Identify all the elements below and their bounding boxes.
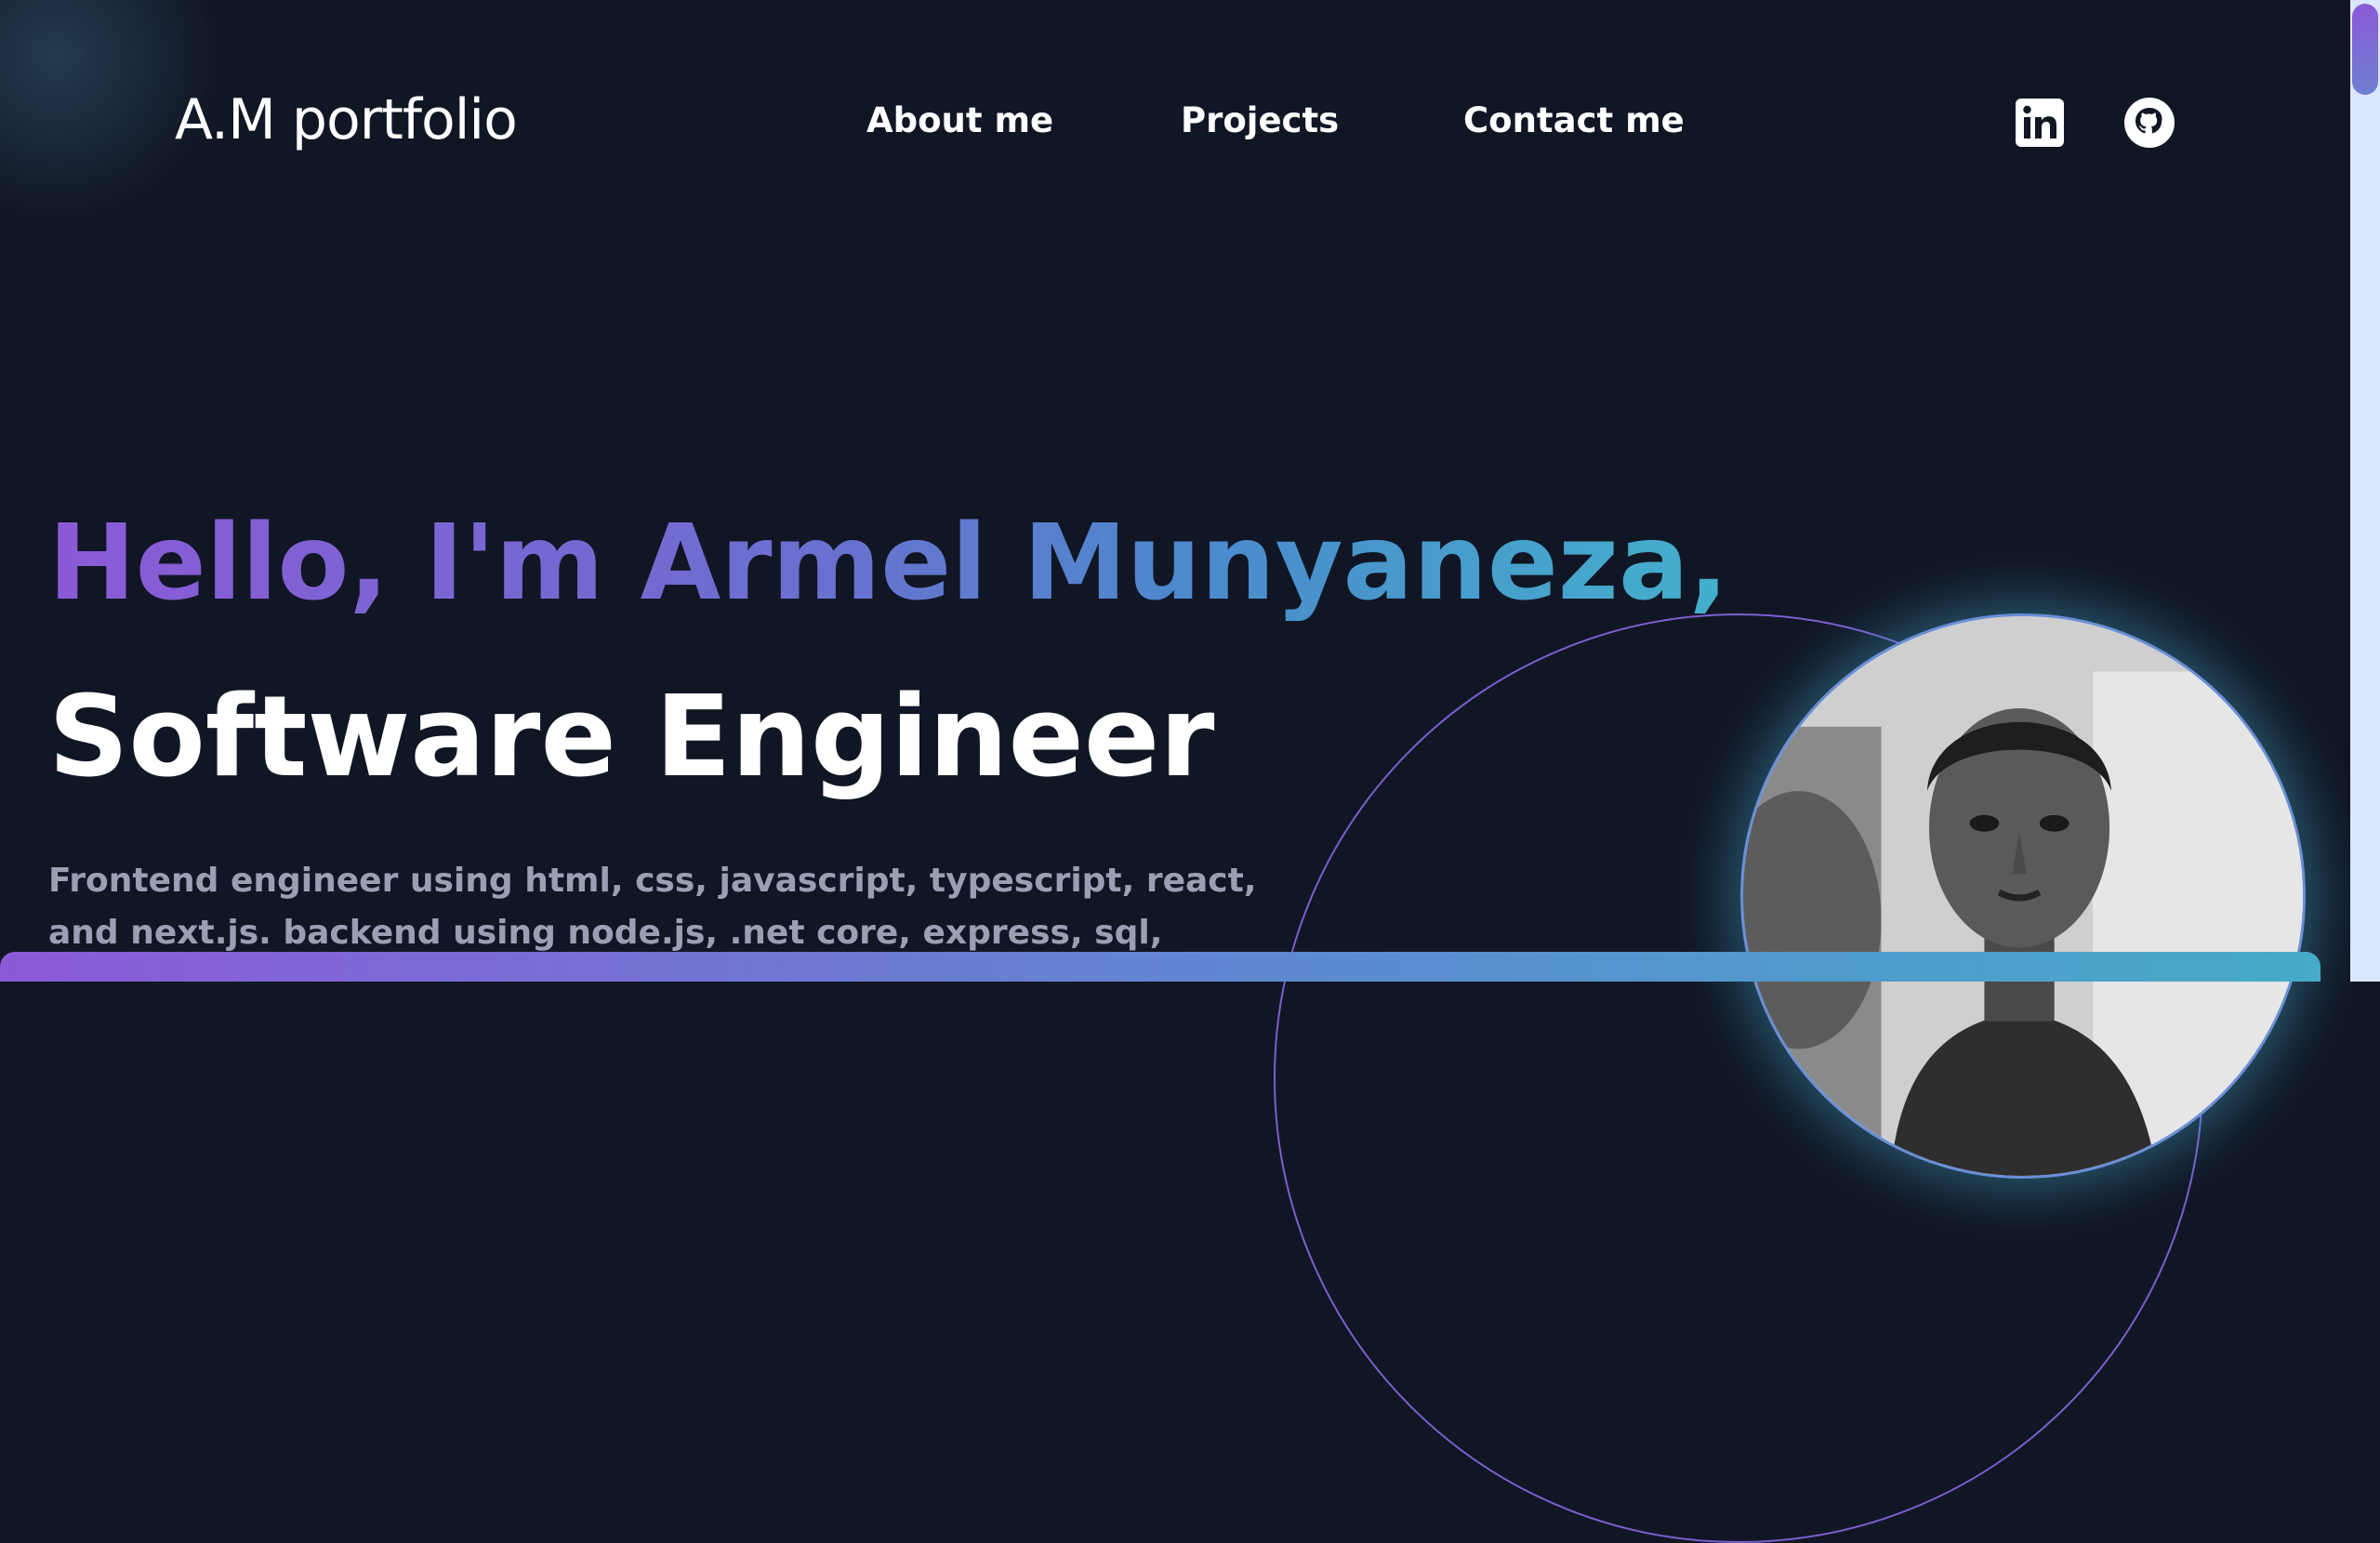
hero-role: Software Engineer	[48, 673, 1215, 802]
nav-link-contact[interactable]: Contact me	[1463, 100, 1685, 140]
scrollbar-thumb[interactable]	[2352, 4, 2378, 95]
hero-description: Frontend engineer using html, css, javas…	[48, 862, 1257, 967]
bottom-gradient-bar	[0, 952, 2320, 982]
scrollbar-track[interactable]	[2350, 0, 2380, 982]
linkedin-icon[interactable]	[2014, 97, 2066, 149]
nav-link-about[interactable]: About me	[866, 100, 1053, 140]
nav-link-projects[interactable]: Projects	[1181, 100, 1339, 140]
github-icon[interactable]	[2123, 97, 2175, 149]
profile-photo	[1740, 613, 2306, 1179]
site-logo[interactable]: A.M portfolio	[175, 87, 518, 152]
top-navigation: A.M portfolio About me Projects Contact …	[0, 0, 2350, 242]
hero-greeting: Hello, I'm Armel Munyaneza,	[48, 503, 1729, 624]
